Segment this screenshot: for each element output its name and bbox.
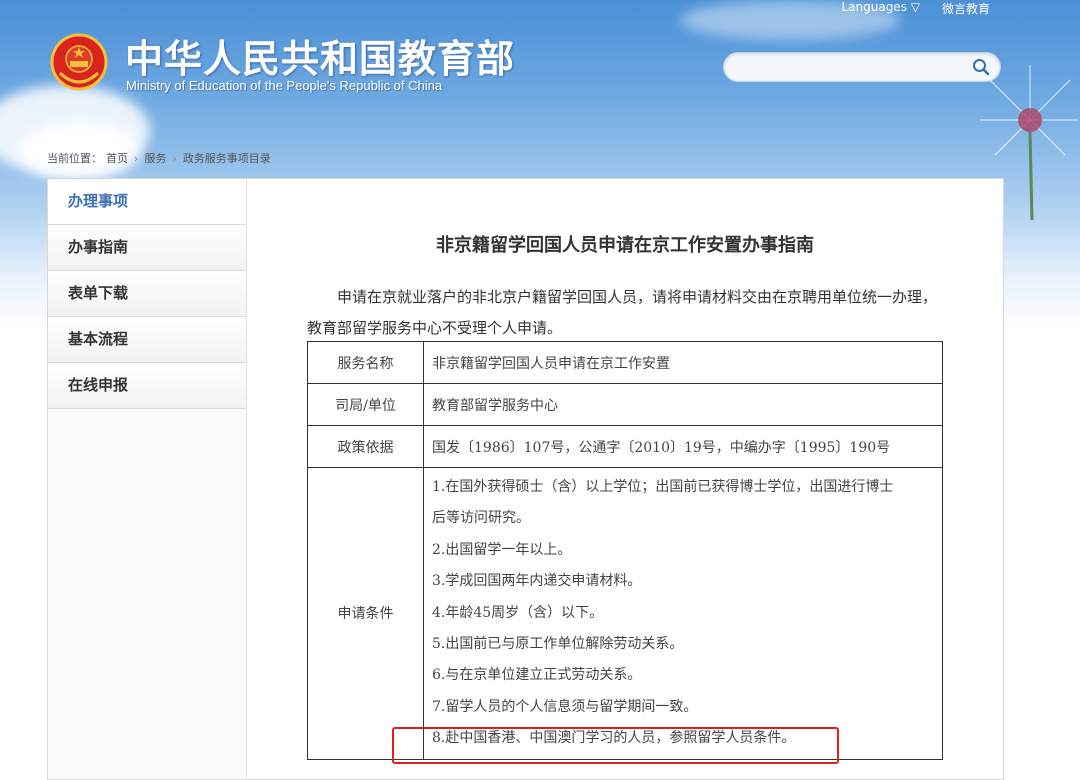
main-container: 办理事项 办事指南 表单下载 基本流程 在线申报 非京籍留学回国人员申请在京工作… — [47, 178, 1004, 780]
search-box[interactable] — [723, 52, 1001, 82]
site-title: 中华人民共和国教育部 — [125, 37, 516, 81]
condition-item: 后等访问研究。 — [432, 510, 530, 527]
sidebar-item-online-apply[interactable]: 在线申报 — [48, 363, 246, 409]
breadcrumb-service[interactable]: 服务 — [144, 150, 166, 166]
search-input[interactable] — [736, 57, 970, 79]
condition-item: 5.出国前已与原工作单位解除劳动关系。 — [432, 635, 684, 652]
sidebar-item-basic-process[interactable]: 基本流程 — [48, 317, 246, 363]
table-row-conditions: 申请条件 1.在国外获得硕士（含）以上学位；出国前已获得博士学位，出国进行博士 … — [307, 467, 943, 760]
conditions-list: 1.在国外获得硕士（含）以上学位；出国前已获得博士学位，出国进行博士 后等访问研… — [423, 467, 943, 760]
condition-item: 6.与在京单位建立正式劳动关系。 — [432, 667, 642, 684]
sidebar: 办理事项 办事指南 表单下载 基本流程 在线申报 — [48, 179, 247, 779]
table-label: 服务名称 — [307, 341, 424, 384]
info-table: 服务名称 非京籍留学回国人员申请在京工作安置 司局/单位 教育部留学服务中心 政… — [307, 341, 943, 760]
top-links: Languages ▽ 微言教育 — [841, 0, 990, 17]
table-label: 申请条件 — [307, 467, 424, 760]
condition-item: 7.留学人员的个人信息须与留学期间一致。 — [432, 698, 698, 715]
table-row: 服务名称 非京籍留学回国人员申请在京工作安置 — [307, 341, 943, 384]
chevron-right-icon: › — [134, 151, 139, 165]
table-row: 司局/单位 教育部留学服务中心 — [307, 383, 943, 426]
condition-item: 8.赴中国香港、中国澳门学习的人员，参照留学人员条件。 — [432, 730, 796, 747]
condition-item: 4.年龄45周岁（含）以下。 — [432, 604, 604, 621]
condition-item: 1.在国外获得硕士（含）以上学位；出国前已获得博士学位，出国进行博士 — [432, 479, 894, 495]
table-value: 教育部留学服务中心 — [423, 383, 943, 426]
breadcrumb-catalog[interactable]: 政务服务事项目录 — [183, 150, 271, 166]
sidebar-item-guide[interactable]: 办事指南 — [48, 225, 246, 271]
condition-item: 3.学成回国两年内递交申请材料。 — [432, 573, 642, 590]
table-value: 国发〔1986〕107号，公通字〔2010〕19号，中编办字〔1995〕190号 — [423, 425, 943, 468]
national-emblem-logo — [50, 33, 108, 91]
languages-link[interactable]: Languages ▽ — [841, 0, 920, 17]
breadcrumb: 当前位置： 首页 › 服务 › 政务服务事项目录 — [47, 150, 271, 166]
table-label: 政策依据 — [307, 425, 424, 468]
sidebar-item-form-download[interactable]: 表单下载 — [48, 271, 246, 317]
table-row: 政策依据 国发〔1986〕107号，公通字〔2010〕19号，中编办字〔1995… — [307, 425, 943, 468]
table-label: 司局/单位 — [307, 383, 424, 426]
site-subtitle: Ministry of Education of the People's Re… — [126, 78, 443, 93]
breadcrumb-prefix: 当前位置： — [47, 152, 102, 165]
page-title: 非京籍留学回国人员申请在京工作安置办事指南 — [436, 235, 814, 256]
sidebar-item-handle-matters[interactable]: 办理事项 — [48, 179, 246, 225]
weiyan-link[interactable]: 微言教育 — [942, 0, 990, 17]
table-value: 非京籍留学回国人员申请在京工作安置 — [423, 341, 943, 384]
content-area: 非京籍留学回国人员申请在京工作安置办事指南 申请在京就业落户的非北京户籍留学回国… — [247, 179, 1003, 779]
condition-item: 2.出国留学一年以上。 — [432, 541, 572, 558]
chevron-right-icon: › — [172, 151, 177, 165]
intro-paragraph: 申请在京就业落户的非北京户籍留学回国人员，请将申请材料交由在京聘用单位统一办理，… — [307, 288, 938, 337]
breadcrumb-home[interactable]: 首页 — [106, 150, 128, 166]
